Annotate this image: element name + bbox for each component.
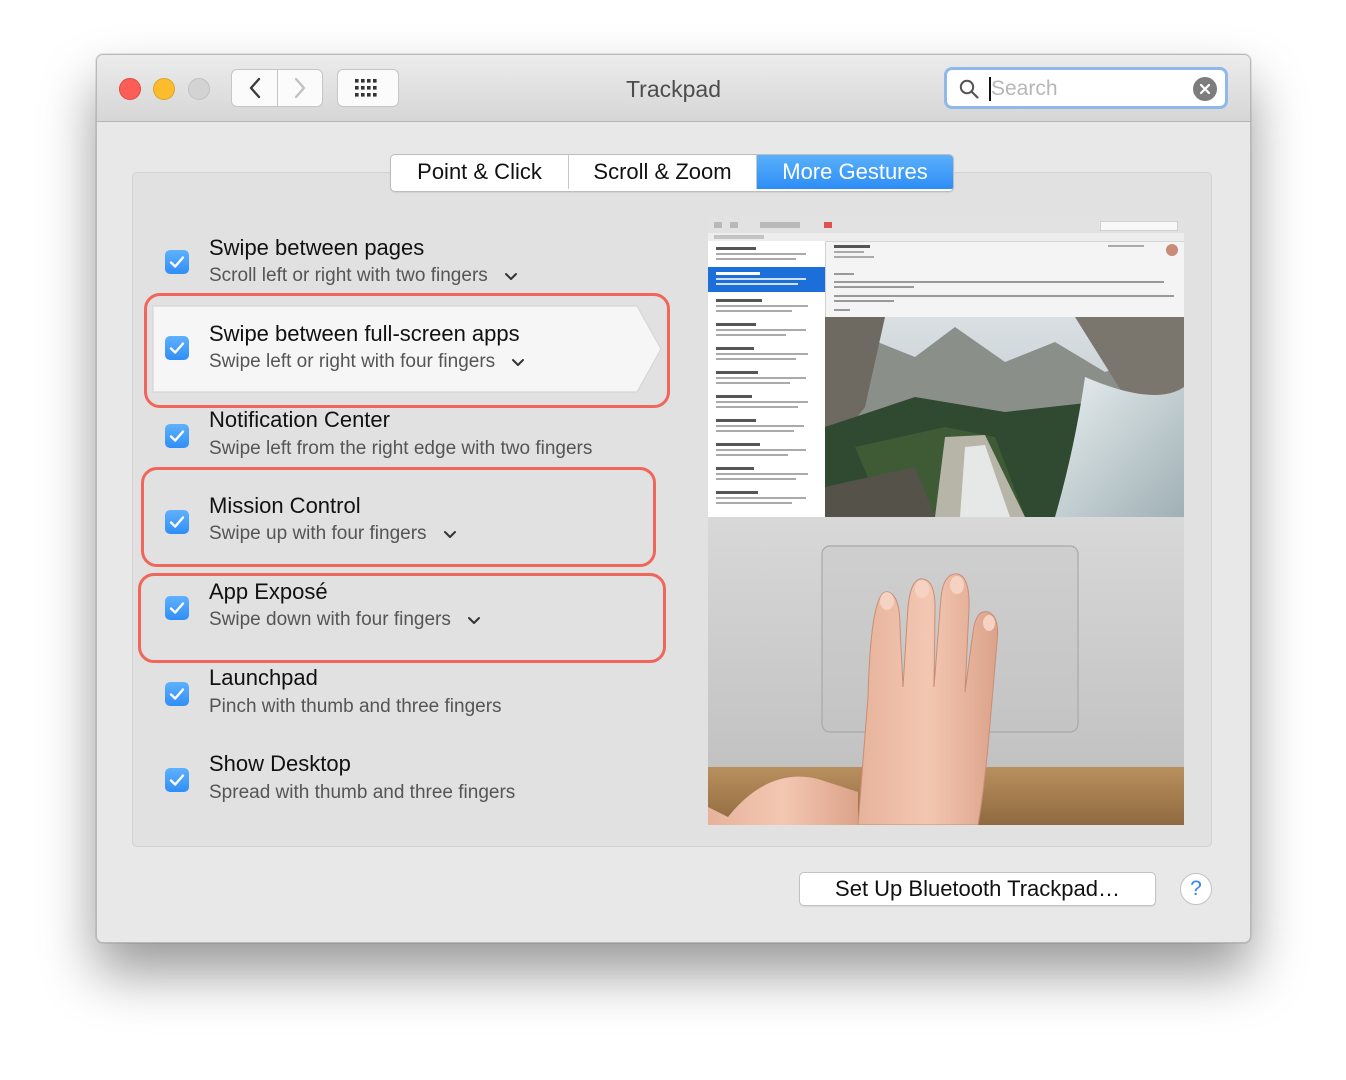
- tab-scroll-zoom[interactable]: Scroll & Zoom: [569, 155, 757, 189]
- checkmark-icon: [169, 256, 185, 268]
- tab-bar: Point & Click Scroll & Zoom More Gesture…: [390, 154, 954, 192]
- chevron-down-icon[interactable]: [504, 272, 518, 281]
- checkbox-launchpad[interactable]: [165, 682, 189, 706]
- gesture-subtitle: Swipe left from the right edge with two …: [209, 438, 592, 460]
- setup-bluetooth-trackpad-button[interactable]: Set Up Bluetooth Trackpad…: [799, 872, 1156, 906]
- checkmark-icon: [169, 430, 185, 442]
- preferences-window: Trackpad Point & Click Scroll & Zoom Mor…: [96, 54, 1251, 943]
- highlight-ring-app-expose: [138, 573, 666, 663]
- preview-mail-screenshot: [708, 217, 1184, 517]
- gesture-subtitle-text: Spread with thumb and three fingers: [209, 782, 516, 803]
- help-button[interactable]: ?: [1180, 873, 1212, 905]
- gesture-subtitle: Pinch with thumb and three fingers: [209, 696, 502, 718]
- gesture-title: Show Desktop: [209, 751, 351, 776]
- search-icon: [959, 79, 979, 99]
- titlebar: Trackpad: [97, 55, 1250, 122]
- yosemite-photo: [825, 317, 1184, 517]
- checkbox-swipe-between-pages[interactable]: [165, 250, 189, 274]
- gesture-subtitle-text: Swipe left from the right edge with two …: [209, 438, 593, 459]
- checkmark-icon: [169, 688, 185, 700]
- checkmark-icon: [169, 774, 185, 786]
- gesture-title: Swipe between pages: [209, 235, 425, 260]
- tab-more-gestures[interactable]: More Gestures: [757, 155, 953, 189]
- trackpad-hand-illustration: [708, 517, 1184, 825]
- search-field[interactable]: [944, 67, 1228, 109]
- gesture-subtitle[interactable]: Scroll left or right with two fingers: [209, 265, 518, 287]
- highlight-ring-full-screen-apps: [144, 293, 670, 408]
- highlight-ring-mission-control: [141, 467, 656, 567]
- checkbox-notification-center[interactable]: [165, 424, 189, 448]
- tab-point-click[interactable]: Point & Click: [391, 155, 569, 189]
- checkbox-show-desktop[interactable]: [165, 768, 189, 792]
- gesture-subtitle: Spread with thumb and three fingers: [209, 782, 515, 804]
- gesture-subtitle-text: Pinch with thumb and three fingers: [209, 696, 502, 717]
- gesture-preview: [708, 217, 1184, 825]
- gesture-subtitle-text: Scroll left or right with two fingers: [209, 265, 488, 286]
- gesture-title: Launchpad: [209, 665, 318, 690]
- gesture-title: Notification Center: [209, 407, 390, 432]
- clear-search-button[interactable]: [1193, 77, 1217, 101]
- search-input[interactable]: [991, 74, 1181, 104]
- clear-icon: [1199, 83, 1211, 95]
- help-icon: ?: [1190, 877, 1202, 900]
